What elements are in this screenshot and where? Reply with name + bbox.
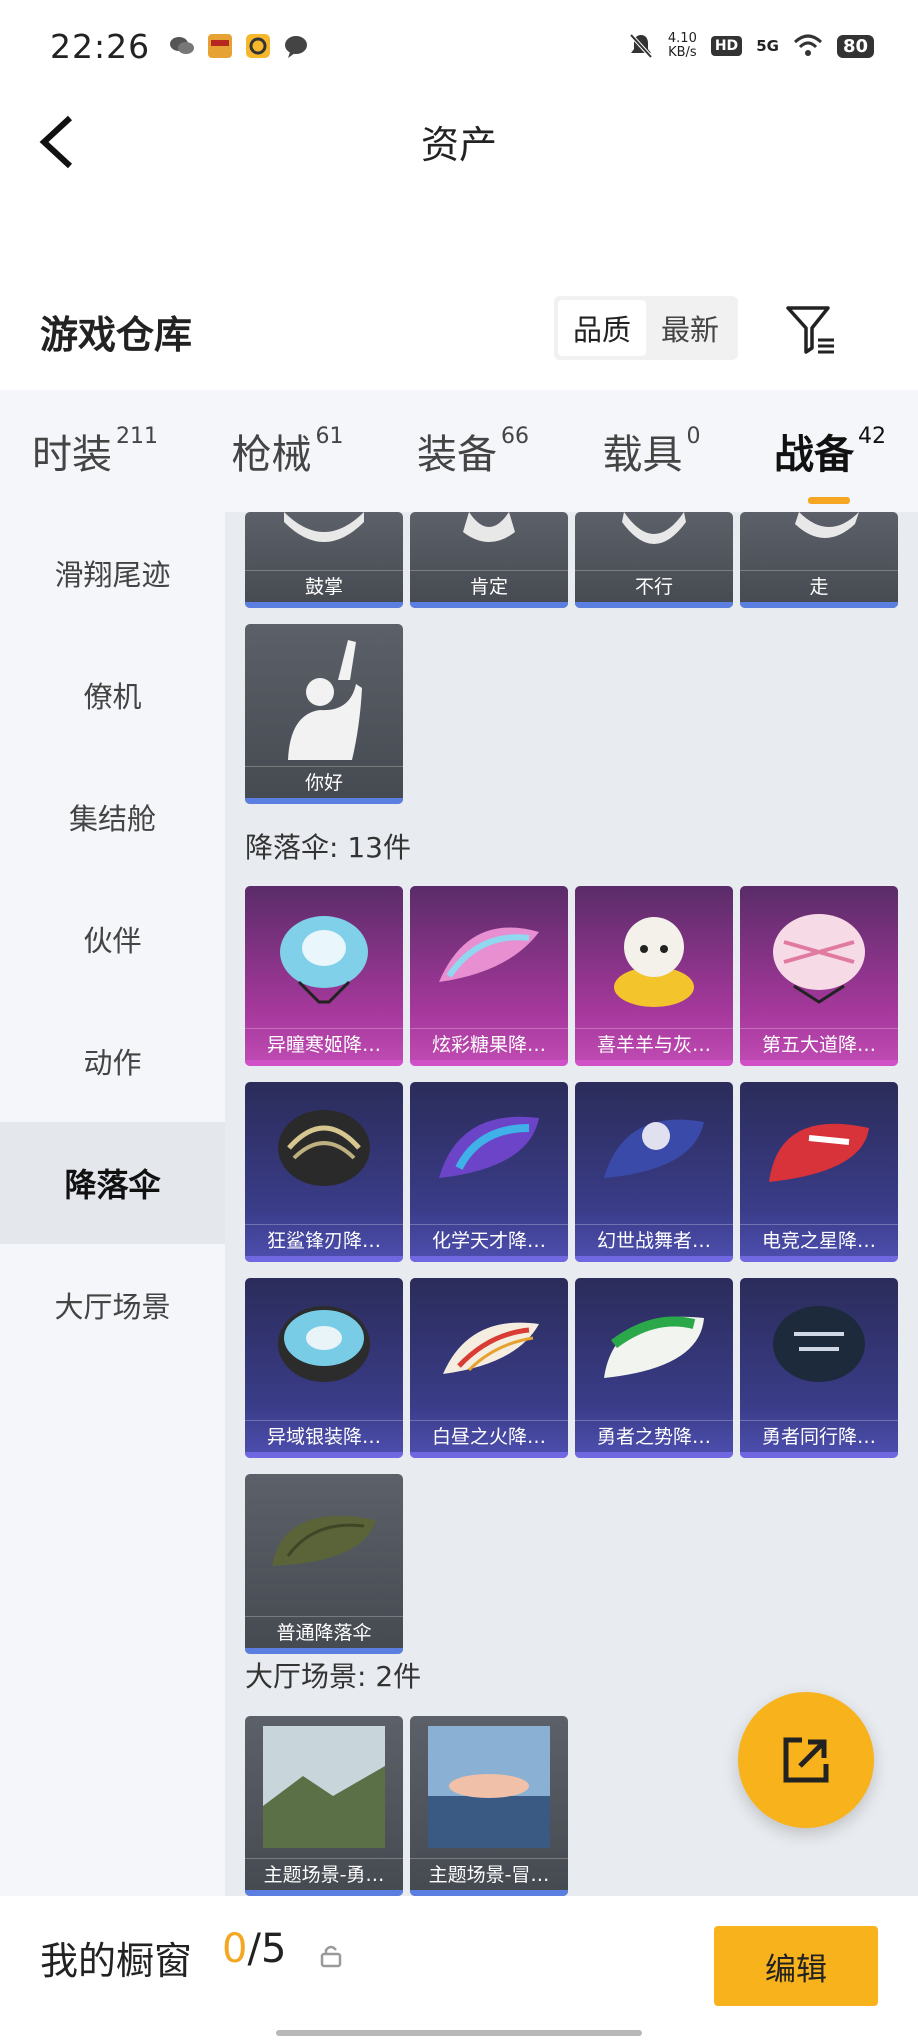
lobby-scene-card[interactable]: 主题场景-冒… xyxy=(410,1716,568,1896)
status-right: 4.10 KB/s HD 5G 80 xyxy=(628,32,874,60)
parachute-card[interactable]: 狂鲨锋刃降… xyxy=(245,1082,403,1262)
parachute-card[interactable]: 白昼之火降… xyxy=(410,1278,568,1458)
tab-equipment[interactable]: 装备 66 xyxy=(417,422,529,480)
tab-vehicles[interactable]: 载具 0 xyxy=(603,422,701,480)
message-icon xyxy=(285,36,308,58)
status-bar: 22:26 4.10 KB/s HD 5G 80 xyxy=(0,0,918,92)
sidebar-item-glide-trail[interactable]: 滑翔尾迹 xyxy=(0,512,225,634)
parachute-art xyxy=(740,1082,898,1224)
battery-level: 80 xyxy=(836,34,874,58)
sort-toggle: 品质 最新 xyxy=(554,296,738,360)
sidebar-item-parachute[interactable]: 降落伞 xyxy=(0,1122,225,1244)
status-time: 22:26 xyxy=(50,26,151,66)
target-app-icon xyxy=(246,34,271,58)
parachute-card[interactable]: 电竞之星降… xyxy=(740,1082,898,1262)
parachute-art xyxy=(740,886,898,1028)
emote-grid: 鼓掌 肯定 不行 走 你好 xyxy=(245,512,905,804)
page-title: 资产 xyxy=(420,123,497,167)
showcase-title: 我的橱窗 xyxy=(40,1939,193,1983)
emote-affirm-art xyxy=(410,512,568,570)
parachute-art xyxy=(245,1278,403,1420)
share-button[interactable] xyxy=(738,1692,874,1828)
parachute-card[interactable]: 普通降落伞 xyxy=(245,1474,403,1654)
tab-battle-gear[interactable]: 战备 42 xyxy=(774,422,886,504)
emote-no-art xyxy=(575,512,733,570)
parachute-card[interactable]: 喜羊羊与灰… xyxy=(575,886,733,1066)
sidebar-item-wingman[interactable]: 僚机 xyxy=(0,634,225,756)
parachute-art xyxy=(245,886,403,1028)
parachute-card[interactable]: 幻世战舞者… xyxy=(575,1082,733,1262)
lobby-scene-art xyxy=(245,1716,403,1858)
parachute-card[interactable]: 第五大道降… xyxy=(740,886,898,1066)
parachute-card[interactable]: 异域银装降… xyxy=(245,1278,403,1458)
parachute-card[interactable]: 化学天才降… xyxy=(410,1082,568,1262)
showcase-count: 0/5 xyxy=(222,1926,287,1972)
emote-card[interactable]: 你好 xyxy=(245,624,403,804)
sidebar-item-emotes[interactable]: 动作 xyxy=(0,1000,225,1122)
assets-page: 22:26 4.10 KB/s HD 5G 80 资产 游戏仓库 品质 最新 时… xyxy=(0,0,918,2040)
tab-weapons[interactable]: 枪械 61 xyxy=(232,422,344,480)
game-app-icon xyxy=(208,34,233,58)
emote-card[interactable]: 不行 xyxy=(575,512,733,608)
parachute-art xyxy=(410,1082,568,1224)
emote-card[interactable]: 鼓掌 xyxy=(245,512,403,608)
parachute-art xyxy=(245,1474,403,1616)
emote-hello-art xyxy=(245,624,403,766)
warehouse-title: 游戏仓库 xyxy=(40,313,193,357)
parachute-card[interactable]: 炫彩糖果降… xyxy=(410,886,568,1066)
filter-icon[interactable] xyxy=(784,302,840,358)
mute-bell-icon xyxy=(629,33,653,59)
net-speed: 4.10 KB/s xyxy=(667,31,697,60)
item-grid-area[interactable]: 鼓掌 肯定 不行 走 你好 降落伞: 13件 异瞳寒姬降… 炫彩糖果降… 喜羊羊… xyxy=(225,512,918,1896)
app-header: 资产 xyxy=(0,92,918,192)
active-tab-indicator xyxy=(808,497,850,504)
wifi-icon xyxy=(793,34,822,56)
parachute-art xyxy=(575,1278,733,1420)
parachute-art xyxy=(575,1082,733,1224)
wechat-icon xyxy=(170,37,195,54)
sort-by-newest[interactable]: 最新 xyxy=(646,300,734,356)
parachute-art xyxy=(410,1278,568,1420)
parachute-card[interactable]: 勇者同行降… xyxy=(740,1278,898,1458)
parachute-card[interactable]: 异瞳寒姬降… xyxy=(245,886,403,1066)
showcase-bar: 我的橱窗 0/5 编辑 xyxy=(0,1896,918,2040)
parachute-group-title: 降落伞: 13件 xyxy=(245,831,411,864)
parachute-art xyxy=(410,886,568,1028)
parachute-art xyxy=(740,1278,898,1420)
parachute-card[interactable]: 勇者之势降… xyxy=(575,1278,733,1458)
share-icon xyxy=(783,1737,829,1783)
category-tabs: 时装 211 枪械 61 装备 66 载具 0 战备 42 xyxy=(0,390,918,512)
emote-card[interactable]: 肯定 xyxy=(410,512,568,608)
parachute-art xyxy=(245,1082,403,1224)
sidebar: 滑翔尾迹 僚机 集结舱 伙伴 动作 降落伞 大厅场景 xyxy=(0,512,225,1896)
lobby-scene-card[interactable]: 主题场景-勇… xyxy=(245,1716,403,1896)
edit-button[interactable]: 编辑 xyxy=(714,1926,878,2006)
home-indicator[interactable] xyxy=(276,2030,642,2036)
emote-card[interactable]: 走 xyxy=(740,512,898,608)
emote-walk-art xyxy=(740,512,898,570)
tab-fashion[interactable]: 时装 211 xyxy=(32,422,158,480)
sidebar-item-lobby-scene[interactable]: 大厅场景 xyxy=(0,1244,225,1366)
parachute-grid: 异瞳寒姬降… 炫彩糖果降… 喜羊羊与灰… 第五大道降… 狂鲨锋刃降… 化学天才降… xyxy=(245,886,905,1654)
hd-badge: HD xyxy=(710,36,743,56)
sidebar-item-companion[interactable]: 伙伴 xyxy=(0,878,225,1000)
status-app-icons xyxy=(168,32,310,60)
lock-icon xyxy=(320,1945,342,1968)
lobby-group-title: 大厅场景: 2件 xyxy=(245,1660,422,1693)
network-type: 5G xyxy=(756,37,779,55)
emote-clap-art xyxy=(245,512,403,570)
sidebar-item-rally-pod[interactable]: 集结舱 xyxy=(0,756,225,878)
sort-by-quality[interactable]: 品质 xyxy=(558,300,646,356)
lobby-scene-art xyxy=(410,1716,568,1858)
parachute-art xyxy=(575,886,733,1028)
